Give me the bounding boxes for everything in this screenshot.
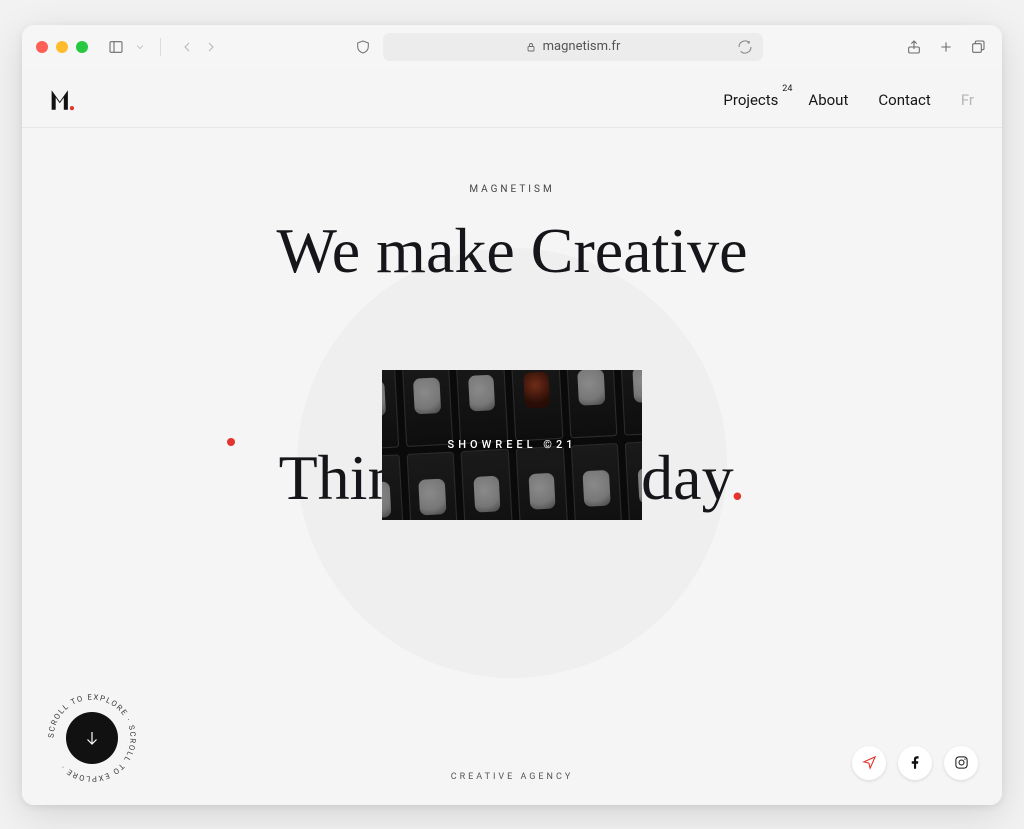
lock-icon — [525, 41, 537, 53]
scroll-badge-ring-text: SCROLL TO EXPLORE · SCROLL TO EXPLORE · — [44, 690, 140, 786]
facebook-button[interactable] — [898, 746, 932, 780]
address-bar[interactable]: magnetism.fr — [383, 33, 763, 61]
browser-titlebar: magnetism.fr — [22, 25, 1002, 69]
nav-about[interactable]: About — [808, 91, 848, 109]
reload-icon[interactable] — [735, 37, 755, 57]
hero-mid-row: SHOWREEL ©21 — [22, 370, 1002, 520]
facebook-icon — [908, 755, 923, 770]
hero-eyebrow: MAGNETISM — [469, 184, 554, 195]
nav-projects[interactable]: Projects 24 — [723, 91, 778, 109]
browser-window: magnetism.fr — [22, 25, 1002, 805]
hero-headline-line1: We make Creative — [276, 217, 747, 284]
hero-sub-label: CREATIVE AGENCY — [451, 772, 573, 782]
forward-button[interactable] — [201, 37, 221, 57]
nav-projects-count: 24 — [782, 84, 792, 94]
nav-language-toggle[interactable]: Fr — [961, 91, 974, 109]
window-controls — [36, 41, 88, 53]
nav-contact[interactable]: Contact — [878, 91, 930, 109]
back-button[interactable] — [177, 37, 197, 57]
toolbar-divider — [160, 38, 161, 56]
instagram-icon — [954, 755, 969, 770]
site-logo[interactable] — [50, 87, 76, 113]
tabs-overview-icon[interactable] — [968, 37, 988, 57]
site-header: Projects 24 About Contact Fr — [22, 69, 1002, 128]
page-content: Projects 24 About Contact Fr MAGNETISM W… — [22, 69, 1002, 805]
hero-section: MAGNETISM We make Creative Things, Every… — [22, 128, 1002, 804]
instagram-button[interactable] — [944, 746, 978, 780]
window-close-button[interactable] — [36, 41, 48, 53]
site-nav: Projects 24 About Contact Fr — [723, 91, 974, 109]
tab-overview-chevron-icon[interactable] — [134, 37, 146, 57]
showreel-video[interactable]: SHOWREEL ©21 — [382, 370, 642, 520]
accent-dot — [227, 438, 235, 446]
showreel-label: SHOWREEL ©21 — [448, 438, 577, 451]
location-button[interactable] — [852, 746, 886, 780]
toolbar-right — [904, 37, 988, 57]
window-zoom-button[interactable] — [76, 41, 88, 53]
privacy-shield-icon[interactable] — [353, 37, 373, 57]
sidebar-toggle-icon[interactable] — [106, 37, 126, 57]
address-bar-wrap: magnetism.fr — [229, 33, 886, 61]
location-arrow-icon — [862, 755, 877, 770]
svg-text:SCROLL TO EXPLORE · SCROLL TO: SCROLL TO EXPLORE · SCROLL TO EXPLORE · — [47, 692, 138, 783]
nav-arrows — [177, 37, 221, 57]
scroll-to-explore-badge[interactable]: SCROLL TO EXPLORE · SCROLL TO EXPLORE · — [44, 690, 140, 786]
window-minimize-button[interactable] — [56, 41, 68, 53]
new-tab-icon[interactable] — [936, 37, 956, 57]
share-icon[interactable] — [904, 37, 924, 57]
social-links — [852, 746, 978, 780]
address-bar-url: magnetism.fr — [543, 39, 621, 54]
nav-projects-label: Projects — [723, 91, 778, 109]
